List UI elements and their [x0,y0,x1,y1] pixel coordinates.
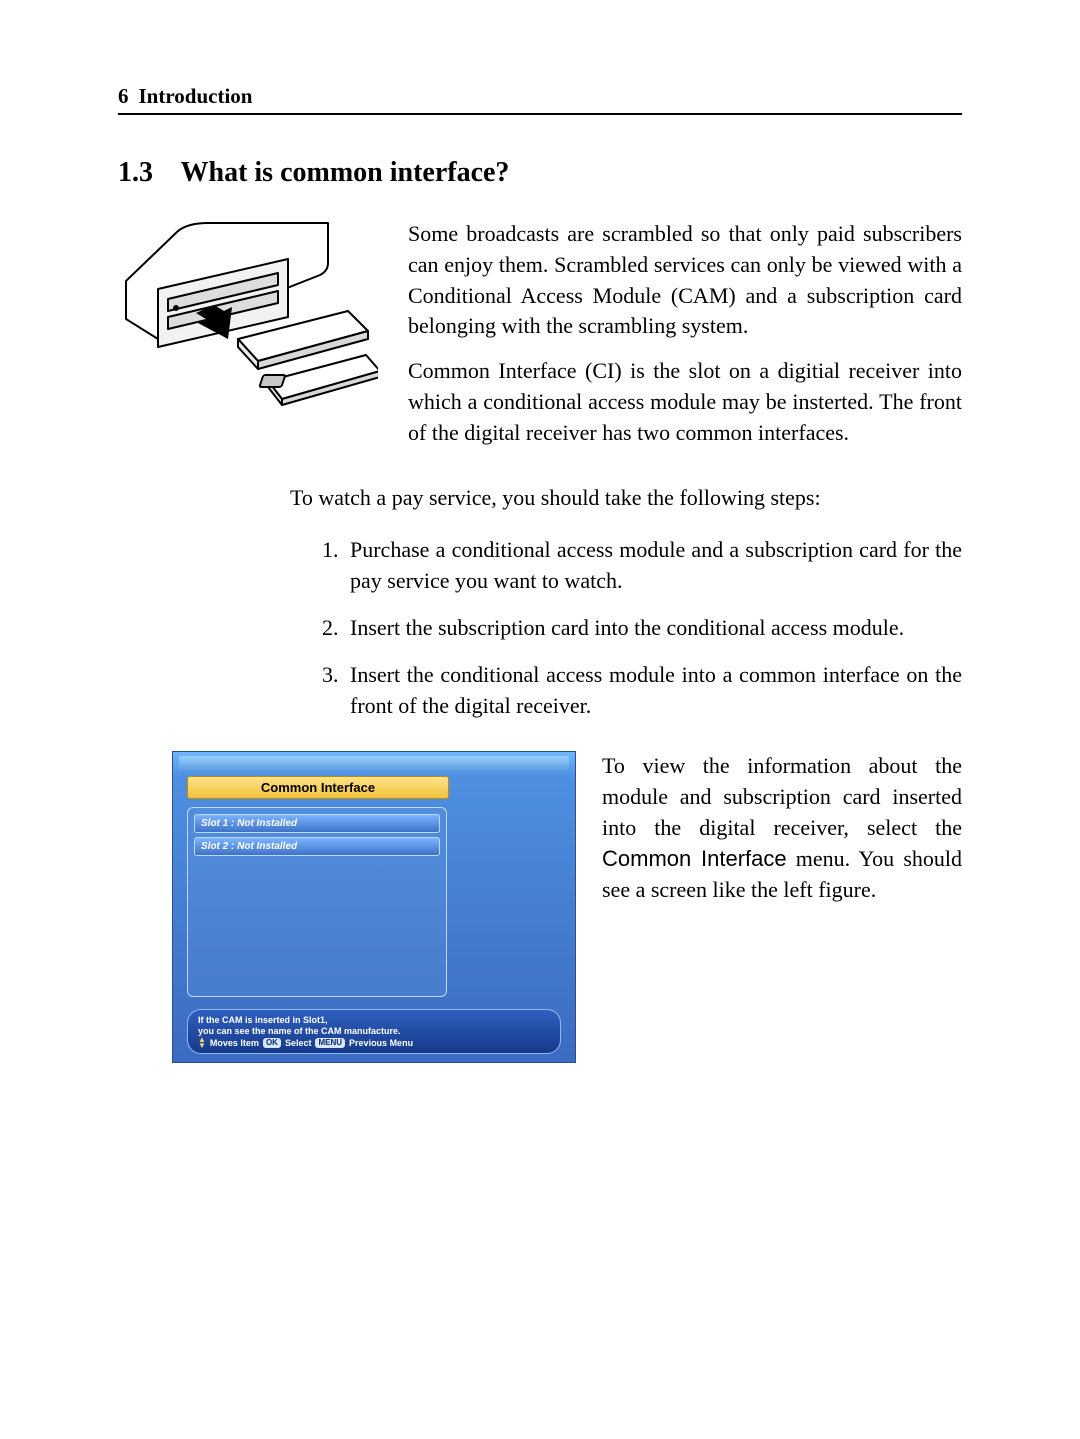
step-3: Insert the conditional access module int… [344,660,962,722]
cam-insert-figure [118,219,378,463]
help-line-1: If the CAM is inserted in Slot1, [198,1015,550,1026]
menu-panel: Slot 1 : Not Installed Slot 2 : Not Inst… [187,807,447,997]
chapter-title: Introduction [139,84,253,109]
arrow-icon: ▲▼ [198,1037,206,1049]
window-topbar [179,756,569,770]
menu-title: Common Interface [187,776,449,799]
section-number: 1.3 [118,157,153,188]
section-heading: 1.3 What is common interface? [118,157,962,189]
page-number: 6 [118,84,129,109]
ok-key-icon: OK [263,1038,281,1048]
steps-lead: To watch a pay service, you should take … [290,483,962,514]
paragraph-3: To view the information about the module… [602,751,962,905]
help-line-2: you can see the name of the CAM manufact… [198,1026,550,1037]
slot-2-status: Slot 2 : Not Installed [194,837,440,856]
paragraph-1: Some broadcasts are scrambled so that on… [408,219,962,342]
step-2: Insert the subscription card into the co… [344,613,962,644]
running-header: 6 Introduction [118,84,962,115]
help-bar: If the CAM is inserted in Slot1, you can… [187,1009,561,1055]
ui-term-common-interface: Common Interface [602,846,787,871]
ci-menu-screenshot: Common Interface Slot 1 : Not Installed … [172,751,576,1063]
menu-key-icon: MENU [315,1038,345,1048]
slot-1-status: Slot 1 : Not Installed [194,814,440,833]
nav-select-label: Select [285,1038,312,1049]
section-title: What is common interface? [181,157,510,188]
nav-moves-label: Moves Item [210,1038,259,1049]
paragraph-2: Common Interface (CI) is the slot on a d… [408,356,962,448]
nav-prev-label: Previous Menu [349,1038,413,1049]
step-1: Purchase a conditional access module and… [344,535,962,597]
steps-list: Purchase a conditional access module and… [118,535,962,721]
